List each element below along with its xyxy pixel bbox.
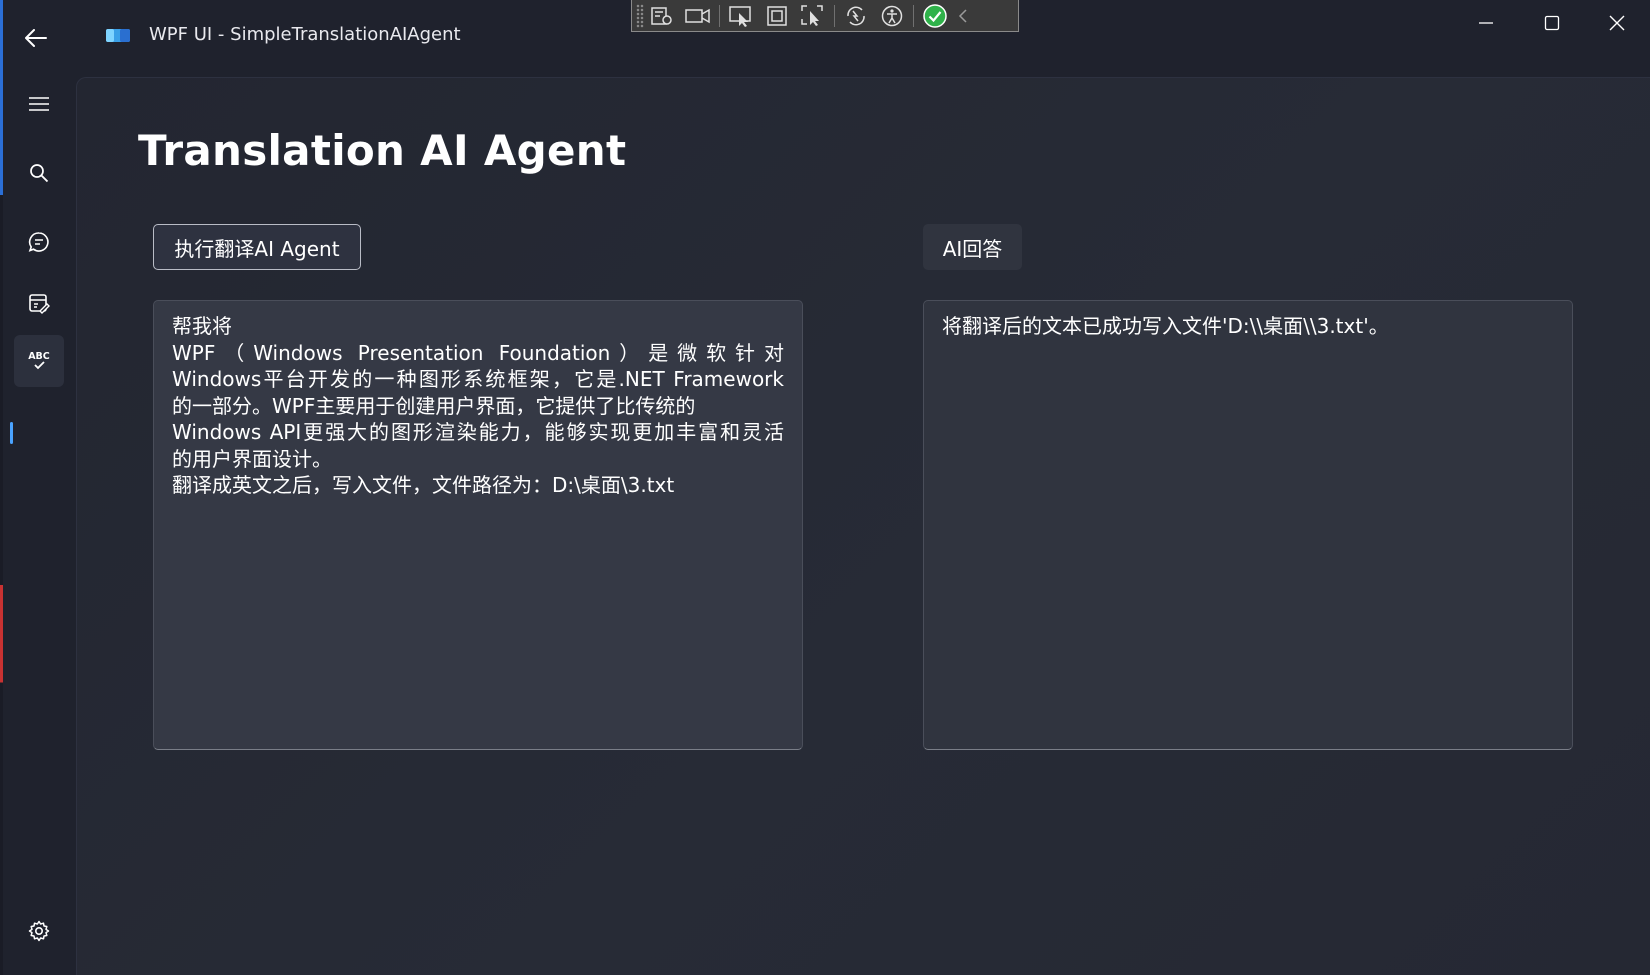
minimize-button[interactable] [1458, 8, 1514, 38]
gear-icon [28, 920, 50, 942]
app-logo-icon [106, 29, 130, 42]
focus-cursor-icon [801, 4, 823, 26]
toolbar-separator [719, 4, 720, 27]
run-translation-agent-button[interactable]: 执行翻译AI Agent [153, 224, 361, 270]
nav-item-spellcheck[interactable]: ABC [14, 335, 64, 387]
track-focus-button[interactable] [795, 1, 831, 31]
page-title: Translation AI Agent [138, 126, 627, 175]
prompt-input-textbox[interactable]: 帮我将 WPF（Windows Presentation Foundation）… [153, 300, 803, 750]
abc-check-icon: ABC [28, 351, 50, 370]
toolbar-separator [834, 4, 835, 27]
display-layout-adorners-button[interactable] [759, 1, 795, 31]
ai-answer-label: AI回答 [923, 224, 1022, 270]
select-element-button[interactable] [723, 1, 759, 31]
nav-menu-toggle[interactable] [14, 78, 64, 130]
navigation-rail: ABC [0, 72, 76, 975]
window-title: WPF UI - SimpleTranslationAIAgent [149, 24, 461, 45]
hamburger-menu-icon [29, 97, 49, 111]
record-button[interactable] [680, 1, 716, 31]
maximize-button[interactable] [1524, 8, 1580, 38]
prompt-line: WPF（Windows Presentation Foundation）是微软针… [172, 340, 784, 365]
hot-reload-icon [847, 6, 865, 25]
prompt-line: Windows平台开发的一种图形系统框架，它是.NET Framework [172, 367, 784, 391]
prompt-line: Windows API更强大的图形渲染能力，能够实现更加丰富和灵活 [172, 420, 784, 444]
video-camera-icon [685, 8, 710, 23]
settings-button[interactable] [16, 910, 62, 952]
live-visual-tree-button[interactable] [644, 1, 680, 31]
ai-response-text: 将翻译后的文本已成功写入文件'D:\\桌面\\3.txt'。 [942, 314, 1389, 338]
title-bar: WPF UI - SimpleTranslationAIAgent [0, 0, 1650, 72]
prompt-line: 帮我将 [172, 314, 232, 338]
chevron-left-icon [958, 8, 967, 23]
collapse-toolbar-button[interactable] [953, 1, 973, 31]
hot-reload-button[interactable] [838, 1, 874, 31]
close-icon [1609, 15, 1625, 31]
prompt-line: 翻译成英文之后，写入文件，文件路径为：D:\桌面\3.txt [172, 473, 675, 497]
prompt-line: 的用户界面设计。 [172, 446, 332, 471]
minimize-icon [1479, 22, 1493, 24]
toolbar-separator [913, 4, 914, 27]
accessibility-icon [881, 5, 903, 26]
nav-item-chat[interactable] [14, 216, 64, 268]
ai-response-textbox: 将翻译后的文本已成功写入文件'D:\\桌面\\3.txt'。 [923, 300, 1573, 750]
debug-toolbar [631, 0, 1019, 32]
select-cursor-icon [729, 5, 751, 27]
abc-icon-label: ABC [28, 351, 50, 362]
check-circle-icon [923, 3, 947, 28]
active-nav-indicator [10, 422, 13, 444]
nav-item-forms[interactable] [14, 277, 64, 329]
arrow-left-icon [25, 29, 47, 47]
back-button[interactable] [18, 22, 54, 54]
search-icon [30, 164, 49, 183]
visual-tree-icon [651, 6, 672, 25]
nav-item-search[interactable] [14, 147, 64, 199]
prompt-line: 的一部分。WPF主要用于创建用户界面，它提供了比传统的 [172, 393, 696, 418]
document-edit-icon [29, 294, 50, 314]
layout-adorner-icon [767, 5, 787, 26]
chat-bubble-icon [28, 232, 49, 252]
maximize-icon [1544, 15, 1560, 31]
accessibility-checker-button[interactable] [874, 1, 910, 31]
toolbar-grip-handle[interactable] [636, 3, 644, 28]
close-button[interactable] [1589, 8, 1645, 38]
no-issues-status-button[interactable] [917, 1, 953, 31]
app-window: WPF UI - SimpleTranslationAIAgent ABC Tr… [0, 0, 1650, 975]
